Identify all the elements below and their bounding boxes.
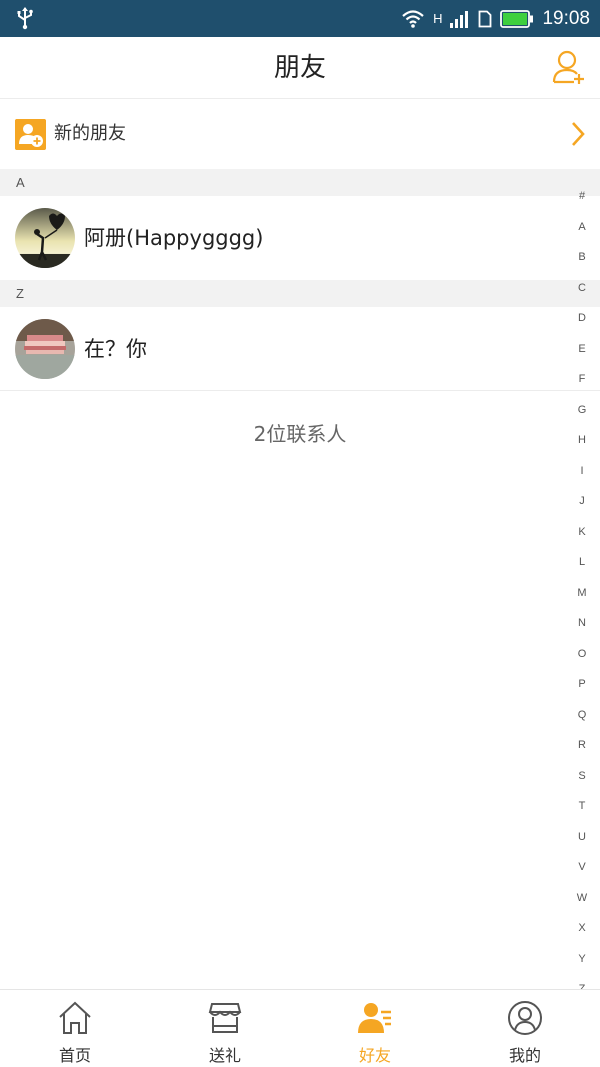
new-friends-row[interactable]: 新的朋友 <box>0 99 600 169</box>
chevron-right-icon <box>572 122 585 146</box>
index-letter[interactable]: E <box>572 334 592 364</box>
tab-label: 我的 <box>508 1046 541 1065</box>
tab-home[interactable]: 首页 <box>0 990 150 1067</box>
index-letter[interactable]: W <box>572 883 592 913</box>
contact-row[interactable]: 在？你 <box>0 307 600 391</box>
battery-icon <box>500 9 534 28</box>
section-header-a: A <box>0 169 600 196</box>
app-header: 朋友 <box>0 37 600 99</box>
tab-label: 送礼 <box>208 1046 241 1065</box>
profile-icon <box>508 1001 542 1035</box>
section-letter: Z <box>16 286 24 301</box>
index-letter[interactable]: P <box>572 669 592 699</box>
index-letter[interactable]: U <box>572 822 592 852</box>
network-type-label: H <box>433 11 443 26</box>
index-letter[interactable]: Q <box>572 700 592 730</box>
index-letter[interactable]: R <box>572 730 592 760</box>
new-friends-label: 新的朋友 <box>54 123 126 144</box>
index-letter[interactable]: D <box>572 303 592 333</box>
index-letter[interactable]: L <box>572 547 592 577</box>
index-letter[interactable]: F <box>572 364 592 394</box>
index-letter[interactable]: J <box>572 486 592 516</box>
shop-icon <box>208 1003 242 1033</box>
avatar <box>15 319 75 379</box>
usb-icon <box>17 7 33 30</box>
new-friend-icon <box>15 119 46 150</box>
section-header-z: Z <box>0 280 600 307</box>
wifi-icon <box>402 9 424 28</box>
index-letter[interactable]: V <box>572 852 592 882</box>
contact-name: 在？你 <box>84 337 147 361</box>
tab-label: 首页 <box>58 1046 91 1065</box>
index-letter[interactable]: G <box>572 395 592 425</box>
sim-icon <box>479 10 492 27</box>
contact-row[interactable]: 阿册(Happygggg) <box>0 196 600 280</box>
index-letter[interactable]: Y <box>572 944 592 974</box>
index-letter[interactable]: C <box>572 273 592 303</box>
section-letter: A <box>16 175 25 190</box>
add-user-icon[interactable] <box>552 49 586 85</box>
index-letter[interactable]: M <box>572 578 592 608</box>
tab-profile[interactable]: 我的 <box>450 990 600 1067</box>
index-letter[interactable]: S <box>572 761 592 791</box>
index-letter[interactable]: I <box>572 456 592 486</box>
tab-label: 好友 <box>358 1046 391 1065</box>
index-letter[interactable]: T <box>572 791 592 821</box>
index-letter[interactable]: B <box>572 242 592 272</box>
page-title: 朋友 <box>273 53 326 83</box>
index-letter[interactable]: X <box>572 913 592 943</box>
status-bar: H 19:08 <box>0 0 600 37</box>
contact-count: 2位联系人 <box>253 422 347 446</box>
tab-friends[interactable]: 好友 <box>300 990 450 1067</box>
tab-gift[interactable]: 送礼 <box>150 990 300 1067</box>
index-letter[interactable]: O <box>572 639 592 669</box>
index-letter[interactable]: N <box>572 608 592 638</box>
index-letter[interactable]: K <box>572 517 592 547</box>
index-letter[interactable]: # <box>572 181 592 211</box>
signal-icon <box>450 10 469 28</box>
bottom-nav: 首页 送礼 好友 我的 <box>0 989 600 1067</box>
contact-name: 阿册(Happygggg) <box>84 226 264 250</box>
clock: 19:08 <box>542 7 590 29</box>
home-icon <box>59 1001 91 1034</box>
friends-icon <box>358 1003 391 1033</box>
index-letter[interactable]: H <box>572 425 592 455</box>
index-letter[interactable]: A <box>572 212 592 242</box>
avatar <box>15 208 75 268</box>
